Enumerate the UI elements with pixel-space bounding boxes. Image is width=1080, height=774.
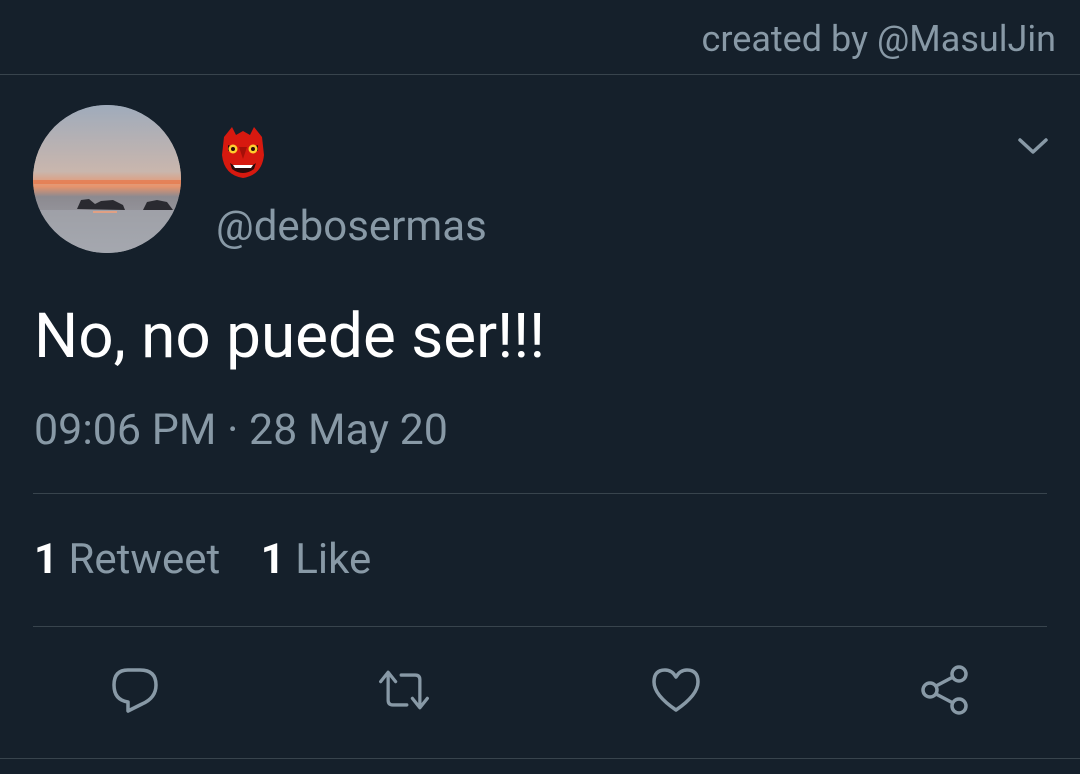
retweet-label: Retweet xyxy=(68,535,221,584)
retweet-button[interactable] xyxy=(376,662,432,718)
bottom-divider xyxy=(0,758,1080,759)
share-button[interactable] xyxy=(917,662,973,718)
reply-button[interactable] xyxy=(107,662,163,718)
divider xyxy=(33,493,1047,494)
chevron-down-icon[interactable] xyxy=(1016,134,1050,158)
tengu-mask-icon xyxy=(218,125,268,179)
heart-icon xyxy=(652,668,700,712)
user-handle[interactable]: @debosermas xyxy=(216,202,487,252)
tweet-text: No, no puede ser!!! xyxy=(34,300,546,373)
retweet-icon xyxy=(379,670,429,710)
like-count: 1 xyxy=(260,535,285,584)
credit-bar: created by @MasulJin xyxy=(0,0,1080,75)
retweet-stat[interactable]: 1 Retweet xyxy=(34,534,220,586)
divider xyxy=(33,626,1047,627)
engagement-stats: 1 Retweet 1 Like xyxy=(34,534,401,586)
avatar-sunset-image xyxy=(33,105,181,253)
like-label: Like xyxy=(295,535,372,584)
retweet-count: 1 xyxy=(34,535,59,584)
avatar[interactable] xyxy=(33,105,181,253)
tweet-timestamp: 09:06 PM · 28 May 20 xyxy=(34,405,448,455)
creator-credit: created by @MasulJin xyxy=(701,18,1056,60)
like-stat[interactable]: 1 Like xyxy=(261,534,372,586)
share-icon xyxy=(921,665,968,715)
like-button[interactable] xyxy=(648,662,704,718)
reply-icon xyxy=(112,668,158,713)
